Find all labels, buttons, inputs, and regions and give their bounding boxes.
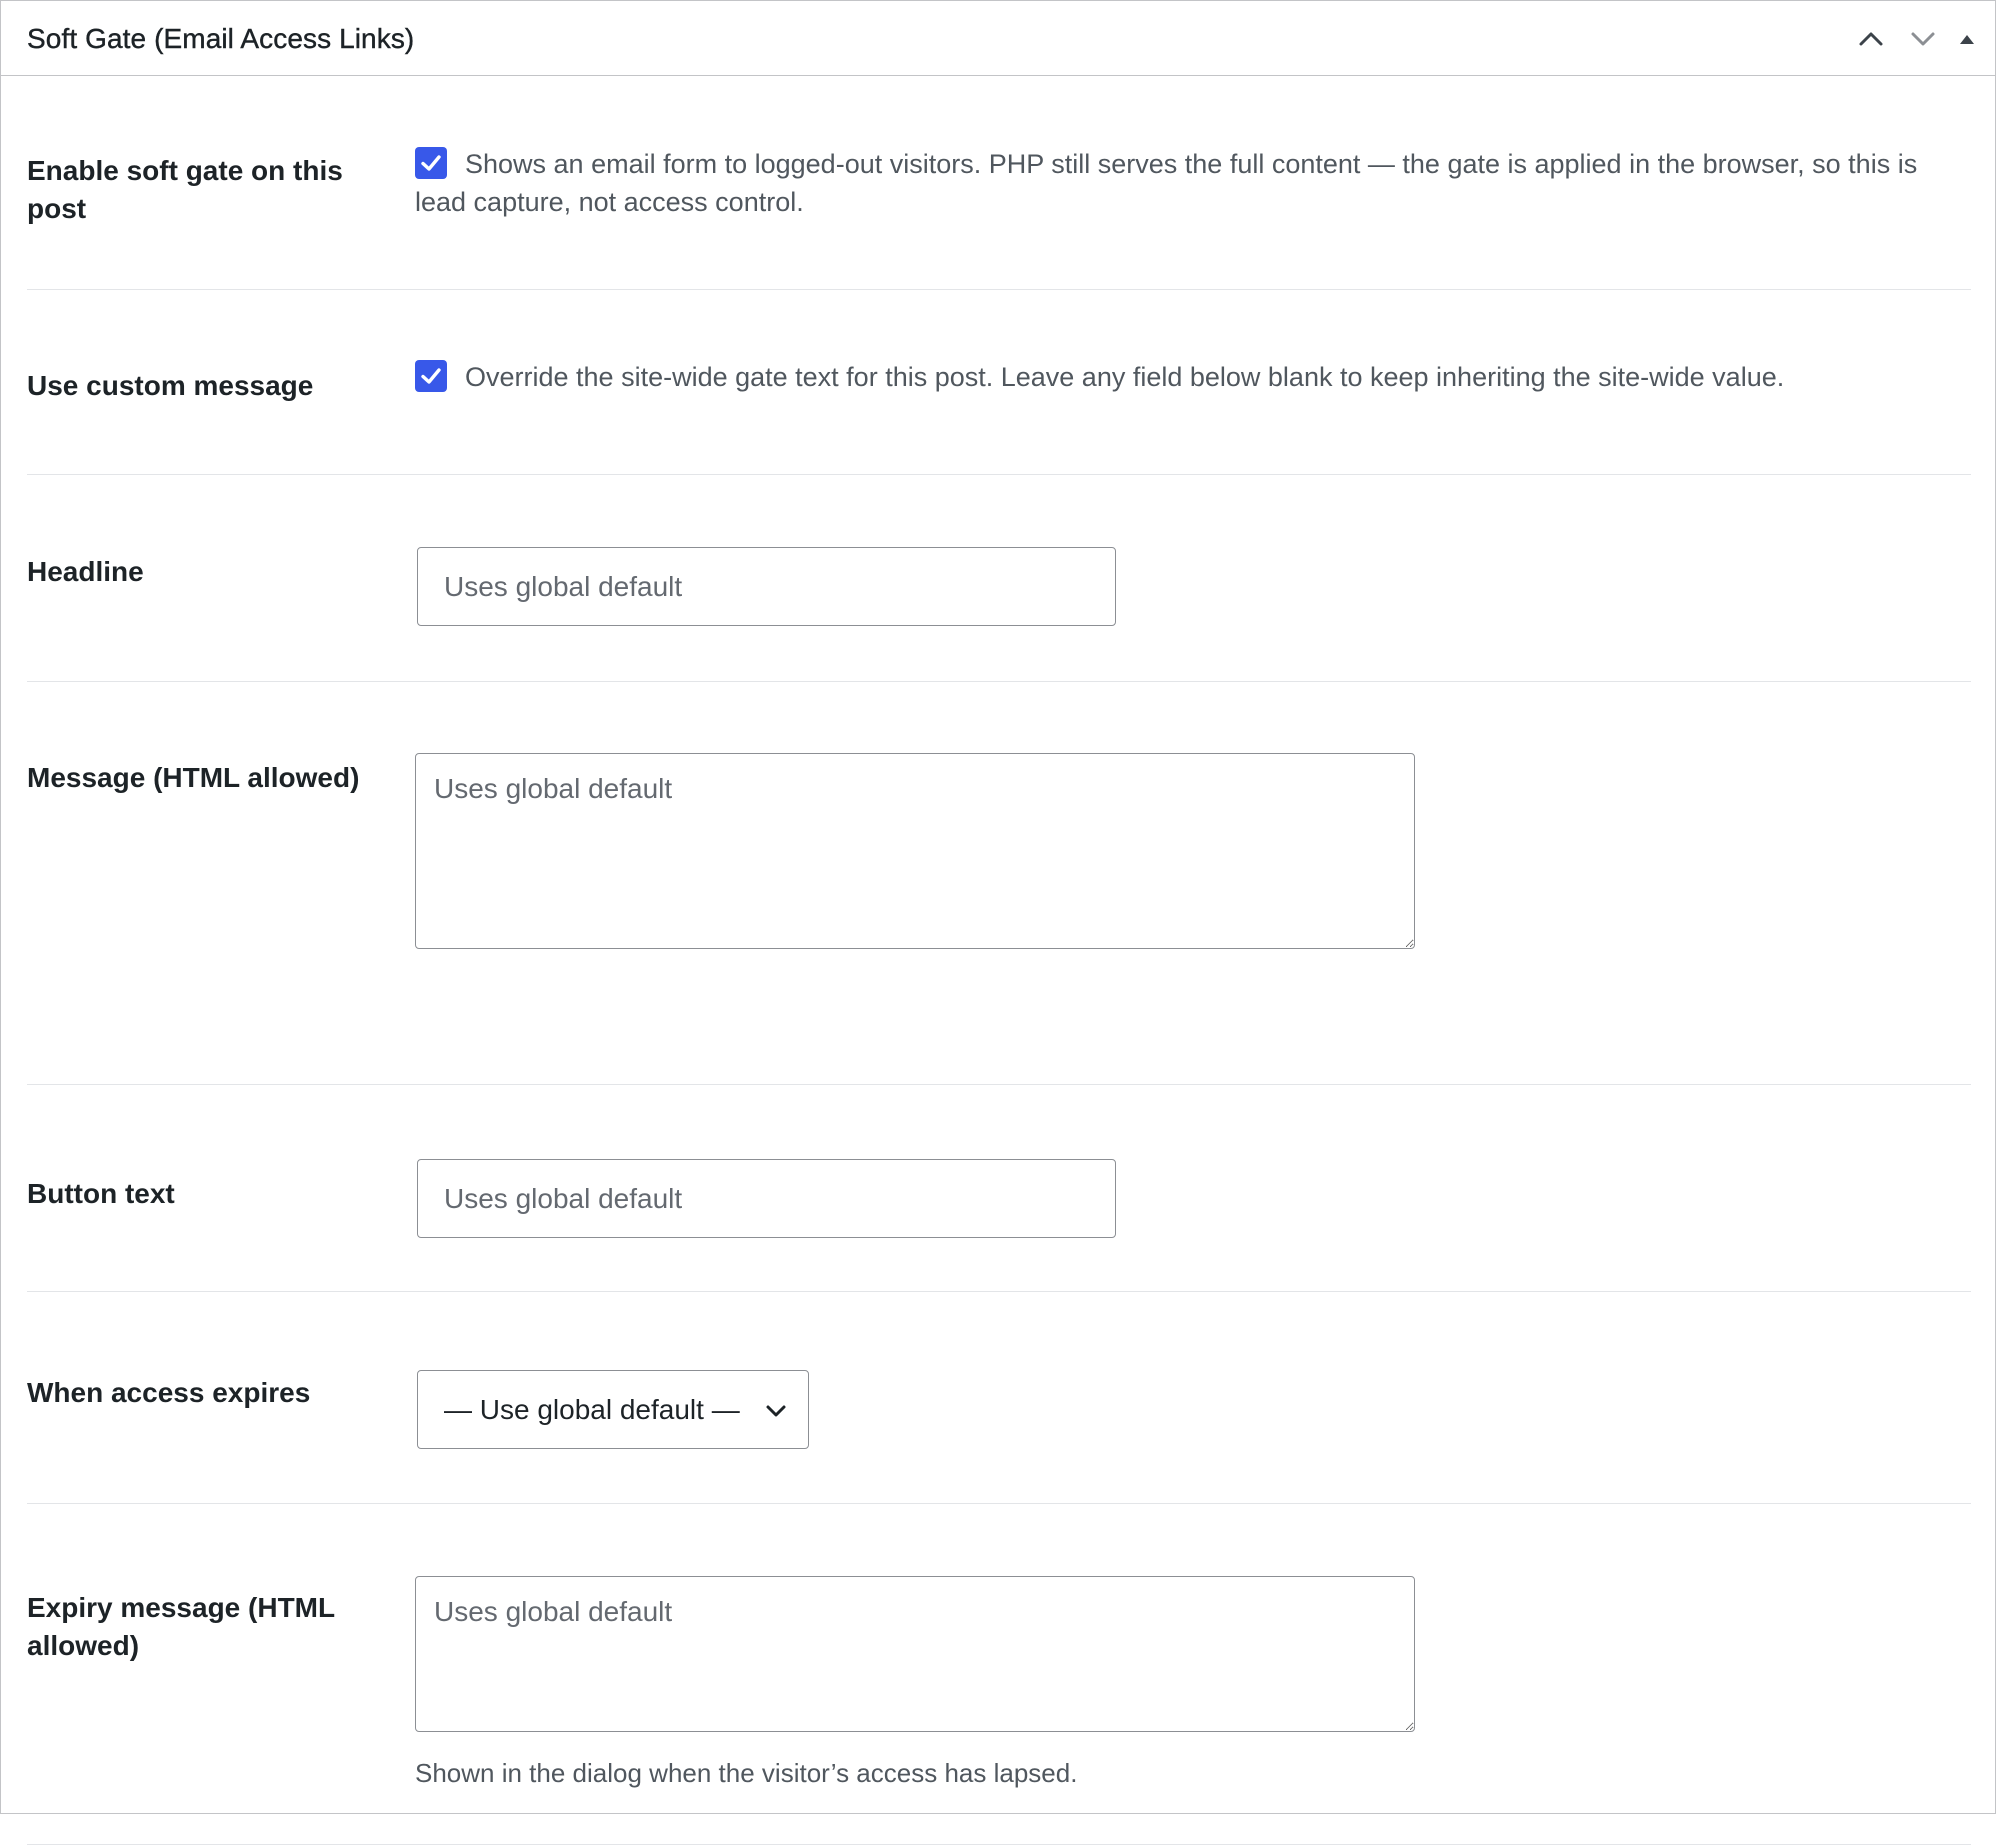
form-row-headline: Headline [27,476,1971,682]
form-row-message: Message (HTML allowed) [27,683,1971,1085]
form-row-expires: When access expires — Use global default… [27,1293,1971,1504]
form-row-custom-message: Use custom message Override the site-wid… [27,291,1971,475]
custom-message-description: Override the site-wide gate text for thi… [465,362,1785,392]
chevron-up-icon [1851,19,1891,59]
expiry-message-description: Shown in the dialog when the visitor’s a… [415,1758,1078,1788]
custom-message-checkbox-wrap[interactable]: Override the site-wide gate text for thi… [415,358,1971,398]
form-row-expiry-message: Expiry message (HTML allowed) Shown in t… [27,1505,1971,1845]
expires-select[interactable]: — Use global default — [417,1370,809,1449]
chevron-down-icon [764,1399,788,1428]
chevron-down-icon [1903,19,1943,59]
button-text-input[interactable] [417,1159,1116,1238]
headline-input[interactable] [417,547,1116,626]
expires-select-value: — Use global default — [444,1394,740,1425]
headline-label: Headline [27,556,144,587]
expires-label: When access expires [27,1377,311,1408]
form-row-button-text: Button text [27,1086,1971,1292]
button-text-label: Button text [27,1178,175,1209]
metabox-header: Soft Gate (Email Access Links) [1,1,1995,76]
enable-checkbox-wrap[interactable]: Shows an email form to logged-out visito… [415,145,1971,225]
move-down-button[interactable] [1903,19,1943,59]
triangle-up-icon [1947,19,1987,59]
move-up-button[interactable] [1851,19,1891,59]
expiry-message-textarea[interactable] [415,1576,1415,1732]
custom-message-label: Use custom message [27,370,314,401]
enable-description: Shows an email form to logged-out visito… [415,149,1918,217]
message-textarea[interactable] [415,753,1415,949]
form-row-enable: Enable soft gate on this post Shows an e… [27,77,1971,290]
enable-label: Enable soft gate on this post [27,155,343,224]
soft-gate-metabox: Soft Gate (Email Access Links) Enable so… [0,0,1996,1845]
toggle-panel-button[interactable] [1947,19,1987,59]
metabox-title: Soft Gate (Email Access Links) [27,23,415,54]
message-label: Message (HTML allowed) [27,762,360,793]
expiry-message-label: Expiry message (HTML allowed) [27,1592,335,1661]
